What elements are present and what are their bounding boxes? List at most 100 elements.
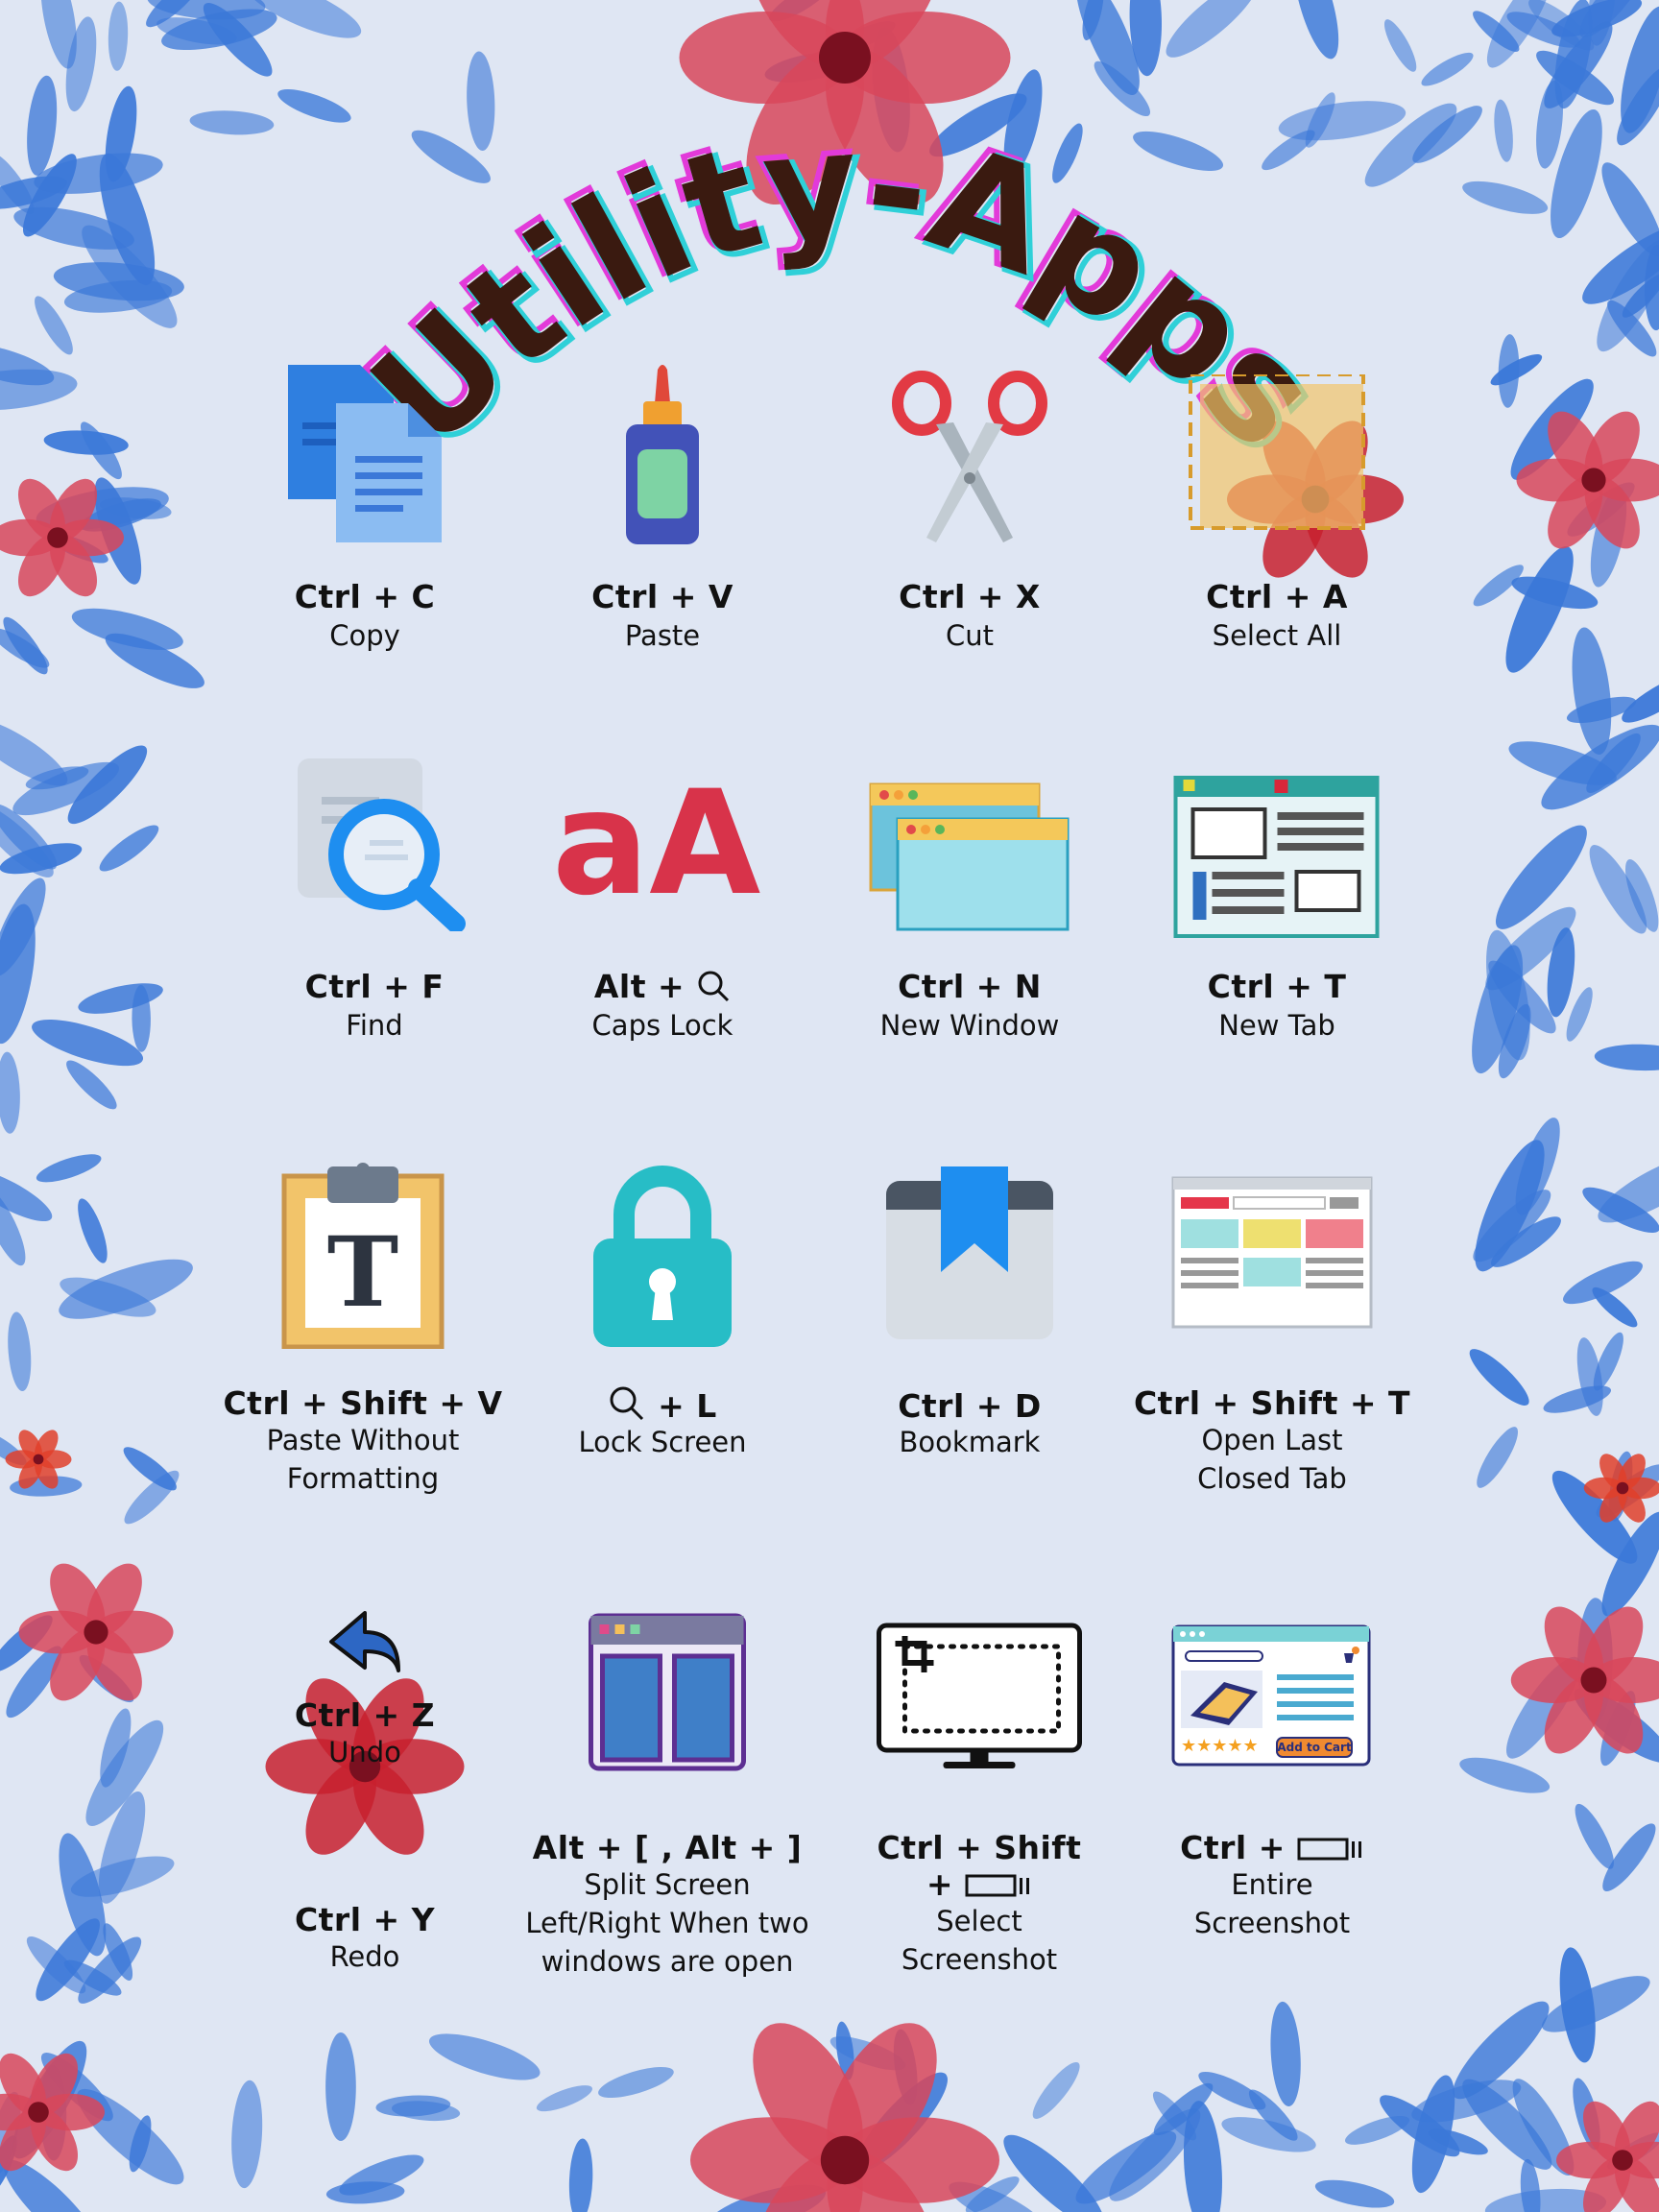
leaf xyxy=(36,1154,102,1183)
keys-text: + xyxy=(926,1865,954,1903)
shortcut-keys: Ctrl + X xyxy=(899,578,1041,615)
shortcut-label-line-1: Entire xyxy=(1231,1868,1313,1901)
shortcut-keys: Ctrl + Shift + V xyxy=(223,1384,503,1422)
leaf xyxy=(1270,2001,1301,2107)
shortcut-keys: Ctrl + A xyxy=(1206,578,1348,615)
keys-text: Ctrl + xyxy=(1180,1829,1286,1866)
clipboard-text-icon: T xyxy=(281,1163,445,1349)
shortcut-label-line-2: Closed Tab xyxy=(1197,1462,1347,1495)
shortcut-label-line-2: Formatting xyxy=(286,1462,440,1495)
shortcut-keys: Ctrl + Z xyxy=(294,1696,436,1734)
find-magnifier-icon xyxy=(298,758,466,931)
shortcut-label: Redo xyxy=(329,1940,400,1973)
crop-monitor-icon xyxy=(877,1623,1082,1768)
leaf xyxy=(428,2033,541,2080)
shortcut-new-tab: Ctrl + T New Tab xyxy=(1104,758,1450,1066)
scissors-icon xyxy=(892,371,1047,542)
shortcut-keys: Ctrl + Shift + T xyxy=(1133,1384,1411,1422)
shortcut-split-screen: Alt + [ , Alt + ] Split Screen Left/Righ… xyxy=(494,1613,840,1997)
shortcut-select-all: Ctrl + A Select All xyxy=(1104,365,1450,672)
window-switch-key-icon xyxy=(965,1874,1030,1897)
leaf xyxy=(78,1198,108,1263)
shortcut-label-line-2: Screenshot xyxy=(1193,1907,1351,1939)
svg-text:T: T xyxy=(327,1215,398,1329)
shortcut-lock-screen: + L Lock Screen xyxy=(490,1162,835,1507)
shortcut-keys: Ctrl + C xyxy=(294,578,436,615)
shortcut-keys: Ctrl + D xyxy=(898,1387,1042,1425)
flower-center xyxy=(84,1620,108,1645)
shortcut-label: New Tab xyxy=(1218,1009,1335,1042)
glue-bottle-icon xyxy=(626,365,699,544)
shortcut-new-window: Ctrl + N New Window xyxy=(797,758,1142,1066)
shortcut-label: New Window xyxy=(879,1009,1060,1042)
shortcut-label-line-1: Open Last xyxy=(1201,1424,1343,1456)
shortcut-label: Cut xyxy=(946,619,994,652)
search-icon xyxy=(698,971,730,1002)
shortcut-label: Copy xyxy=(329,619,400,652)
shortcut-paste: Ctrl + V Paste xyxy=(490,365,835,672)
shortcut-label-line-1: Split Screen xyxy=(584,1868,751,1901)
flower-center xyxy=(33,1454,44,1465)
copy-documents-icon xyxy=(288,365,442,542)
shortcut-undo: Ctrl + Z Undo xyxy=(192,1608,538,1768)
leaf xyxy=(1477,1427,1518,1488)
shortcut-paste-without-formatting: T Ctrl + Shift + V Paste Without Formatt… xyxy=(190,1162,536,1507)
padlock-icon xyxy=(593,1166,732,1347)
leaf xyxy=(1314,2179,1395,2208)
leaf xyxy=(0,1051,20,1134)
add-to-cart-button-text: Add to Cart xyxy=(1277,1741,1352,1754)
leaf xyxy=(325,2032,356,2142)
shortcut-keys: Ctrl + xyxy=(1099,1829,1445,1866)
case-aA-icon: aA xyxy=(552,778,760,902)
browser-page-icon xyxy=(1171,1176,1373,1329)
leaf xyxy=(1469,1349,1529,1406)
leaf xyxy=(231,2080,263,2189)
shortcut-label: Lock Screen xyxy=(578,1426,747,1458)
shortcut-label: Select All xyxy=(1212,619,1342,652)
leaf xyxy=(598,2066,674,2099)
leaf xyxy=(1594,1044,1659,1071)
shopping-page-icon: ★★★★★ Add to Cart xyxy=(1171,1624,1371,1767)
shortcut-cut: Ctrl + X Cut xyxy=(797,365,1142,672)
shortcut-keys: + L xyxy=(490,1384,835,1425)
keys-text: Alt + xyxy=(593,968,685,1005)
shortcut-label-line-1: Paste Without xyxy=(266,1424,460,1456)
leaf xyxy=(1032,2061,1080,2119)
flower-center xyxy=(1580,1667,1607,1694)
shortcut-label: Paste xyxy=(624,619,701,652)
select-box-icon xyxy=(1189,374,1365,530)
flower-center xyxy=(1612,2150,1633,2171)
new-window-icon xyxy=(869,782,1070,931)
shortcut-copy: Ctrl + C Copy xyxy=(192,365,538,672)
search-icon xyxy=(610,1386,644,1421)
shortcut-keys: Alt + xyxy=(490,968,835,1005)
svg-text:aA: aA xyxy=(552,778,760,902)
shortcut-label: Undo xyxy=(328,1736,401,1768)
leaf xyxy=(1459,1757,1551,1793)
shortcut-label-line-2: Left/Right When two xyxy=(525,1907,809,1939)
shortcut-bookmark: Ctrl + D Bookmark xyxy=(797,1162,1142,1507)
leaf xyxy=(536,2085,592,2112)
shortcut-label-line-3: windows are open xyxy=(541,1945,794,1978)
shortcut-keys: Alt + [ , Alt + ] xyxy=(532,1829,803,1866)
shortcut-keys: Ctrl + Y xyxy=(294,1901,436,1938)
leaf xyxy=(568,2138,593,2212)
window-switch-key-icon xyxy=(1297,1838,1361,1861)
leaf xyxy=(32,1019,144,1067)
shortcut-label: Caps Lock xyxy=(591,1009,733,1042)
flower-center xyxy=(1616,1481,1629,1495)
shortcut-caps-lock: aA Alt + Caps Lock xyxy=(490,758,835,1066)
svg-text:★★★★★: ★★★★★ xyxy=(1181,1736,1259,1756)
shortcut-label: Bookmark xyxy=(899,1426,1041,1458)
shortcut-keys: Ctrl + N xyxy=(898,968,1042,1005)
flower-center xyxy=(820,2135,870,2185)
leaf xyxy=(1542,1976,1650,2032)
shortcut-keys: Ctrl + V xyxy=(591,578,733,615)
keys-text: + L xyxy=(658,1387,717,1425)
new-tab-icon xyxy=(1173,776,1380,938)
leaf xyxy=(8,1311,32,1392)
shortcut-entire-screenshot: ★★★★★ Add to Cart Ctrl + Entire Screensh… xyxy=(1099,1623,1445,1968)
shortcut-redo: Ctrl + Y Redo xyxy=(192,1901,538,1978)
leaf xyxy=(99,825,159,872)
leaf xyxy=(78,983,163,1014)
